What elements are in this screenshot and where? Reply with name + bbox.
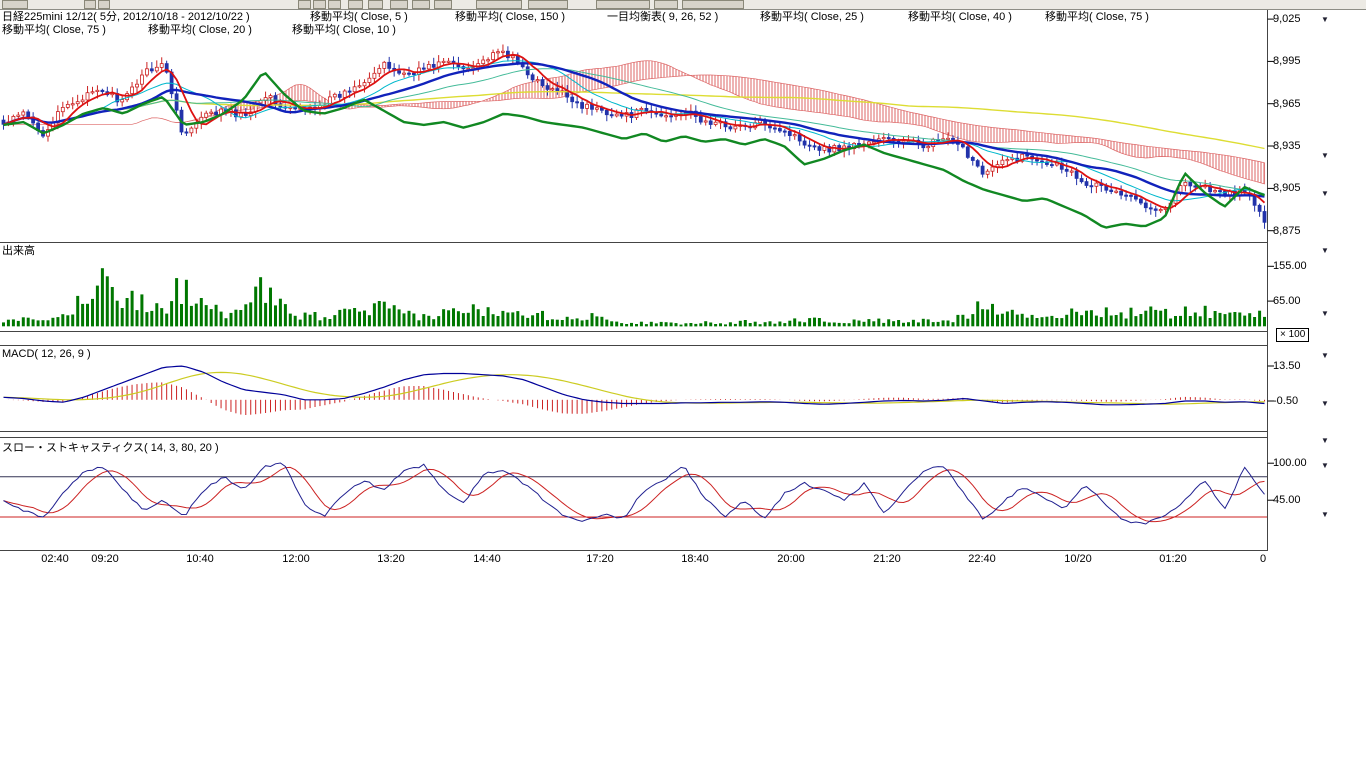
price-axis-label: 9,025 <box>1273 13 1301 25</box>
volume-axis-label: 155.00 <box>1273 260 1307 272</box>
toolbar-button[interactable] <box>328 0 341 9</box>
axis-scale-arrow-button[interactable]: ▼ <box>1318 435 1332 446</box>
toolbar-button[interactable] <box>2 0 28 9</box>
legend-item: 移動平均( Close, 5 ) <box>310 11 408 23</box>
toolbar-button[interactable] <box>596 0 650 9</box>
legend-item: 一目均衡表( 9, 26, 52 ) <box>607 11 718 23</box>
axis-scale-arrow-button[interactable]: ▼ <box>1318 509 1332 520</box>
volume-multiplier-label: × 100 <box>1276 328 1309 342</box>
toolbar-button[interactable] <box>98 0 110 9</box>
volume-axis-label: 65.00 <box>1273 295 1301 307</box>
time-axis-label: 17:20 <box>586 553 614 565</box>
legend-item: 移動平均( Close, 25 ) <box>760 11 864 23</box>
legend-item: 移動平均( Close, 75 ) <box>1045 11 1149 23</box>
axis-scale-arrow-button[interactable]: ▼ <box>1318 14 1332 25</box>
time-axis-label: 12:00 <box>282 553 310 565</box>
legend-item: 移動平均( Close, 10 ) <box>292 24 396 36</box>
toolbar-button[interactable] <box>412 0 430 9</box>
legend-item: 移動平均( Close, 150 ) <box>455 11 565 23</box>
time-axis-label: 13:20 <box>377 553 405 565</box>
toolbar-button[interactable] <box>313 0 326 9</box>
axis-scale-arrow-button[interactable]: ▼ <box>1318 308 1332 319</box>
top-toolbar-cropped <box>0 0 1366 10</box>
stoch-panel-label: スロー・ストキャスティクス( 14, 3, 80, 20 ) <box>2 442 219 454</box>
stoch-axis-label: 45.00 <box>1273 494 1301 506</box>
price-axis-label: 8,965 <box>1273 98 1301 110</box>
time-axis-label: 14:40 <box>473 553 501 565</box>
time-axis-label: 18:40 <box>681 553 709 565</box>
legend-item: 移動平均( Close, 75 ) <box>2 24 106 36</box>
axis-scale-arrow-button[interactable]: ▼ <box>1318 245 1332 256</box>
chart-app-window: 日経225mini 12/12( 5分, 2012/10/18 - 2012/1… <box>0 0 1366 768</box>
price-axis-label: 8,905 <box>1273 182 1301 194</box>
stoch-axis-label: 100.00 <box>1273 457 1307 469</box>
time-axis-label: 01:20 <box>1159 553 1187 565</box>
time-axis-label: 09:20 <box>91 553 119 565</box>
time-axis-label: 20:00 <box>777 553 805 565</box>
macd-axis-label: -0.50 <box>1273 395 1298 407</box>
toolbar-button[interactable] <box>368 0 383 9</box>
time-axis-label: 10/20 <box>1064 553 1092 565</box>
price-axis-label: 8,995 <box>1273 55 1301 67</box>
axis-scale-arrow-button[interactable]: ▼ <box>1318 150 1332 161</box>
toolbar-button[interactable] <box>528 0 568 9</box>
toolbar-button[interactable] <box>348 0 363 9</box>
axis-scale-arrow-button[interactable]: ▼ <box>1318 460 1332 471</box>
instrument-title: 日経225mini 12/12( 5分, 2012/10/18 - 2012/1… <box>2 11 250 23</box>
toolbar-button[interactable] <box>390 0 408 9</box>
toolbar-button[interactable] <box>298 0 311 9</box>
price-axis-label: 8,935 <box>1273 140 1301 152</box>
volume-panel-label: 出来高 <box>2 245 35 257</box>
time-axis-label: 0 <box>1260 553 1266 565</box>
toolbar-button[interactable] <box>84 0 96 9</box>
time-axis-label: 22:40 <box>968 553 996 565</box>
toolbar-button[interactable] <box>476 0 522 9</box>
macd-panel-label: MACD( 12, 26, 9 ) <box>2 348 91 360</box>
toolbar-button[interactable] <box>654 0 678 9</box>
time-axis-label: 21:20 <box>873 553 901 565</box>
price-axis-label: 8,875 <box>1273 225 1301 237</box>
axis-scale-arrow-button[interactable]: ▼ <box>1318 398 1332 409</box>
time-axis-label: 02:40 <box>41 553 69 565</box>
axis-scale-arrow-button[interactable]: ▼ <box>1318 188 1332 199</box>
axis-scale-arrow-button[interactable]: ▼ <box>1318 350 1332 361</box>
chart-canvas[interactable] <box>0 0 1366 572</box>
macd-axis-label: 13.50 <box>1273 360 1301 372</box>
toolbar-button[interactable] <box>434 0 452 9</box>
legend-item: 移動平均( Close, 20 ) <box>148 24 252 36</box>
toolbar-button[interactable] <box>682 0 744 9</box>
legend-item: 移動平均( Close, 40 ) <box>908 11 1012 23</box>
time-axis-label: 10:40 <box>186 553 214 565</box>
